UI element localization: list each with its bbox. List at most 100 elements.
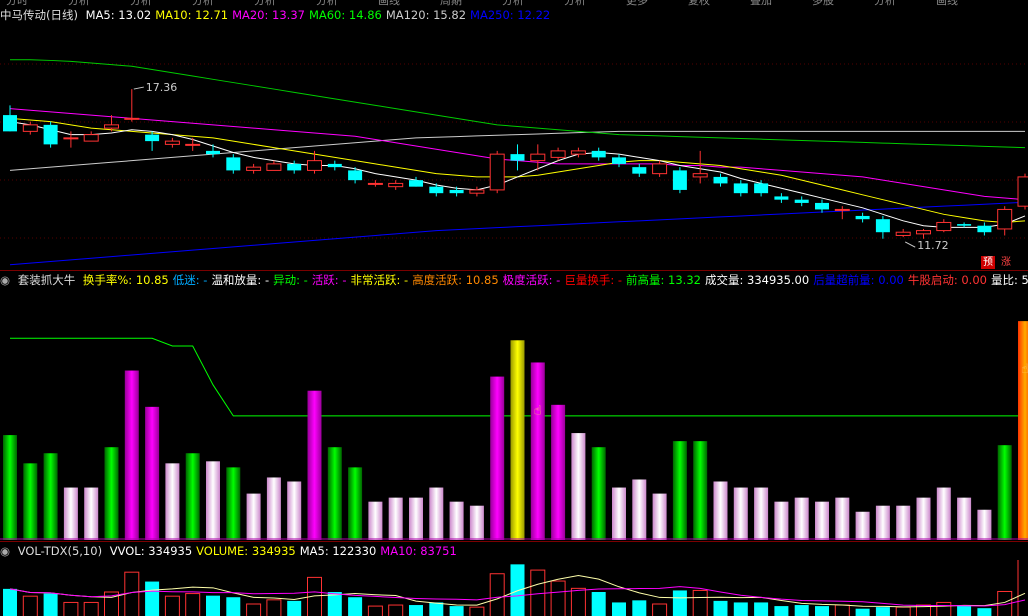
top-menu-item[interactable]: 多股 <box>812 0 834 6</box>
candle[interactable] <box>287 160 302 174</box>
volume-bar[interactable] <box>489 573 505 616</box>
turnover-bar[interactable] <box>266 477 281 540</box>
turnover-bar[interactable] <box>957 497 972 540</box>
turnover-bar[interactable] <box>3 435 17 540</box>
top-menu-item[interactable]: 分析 <box>68 0 90 6</box>
volume-bar[interactable] <box>855 608 870 616</box>
volume-bar[interactable] <box>977 608 992 616</box>
top-menu-item[interactable]: 分析 <box>502 0 524 6</box>
volume-bar[interactable] <box>469 606 485 616</box>
turnover-bar[interactable] <box>693 441 708 540</box>
volume-bar[interactable] <box>206 595 220 616</box>
turnover-bar[interactable] <box>936 487 951 540</box>
candle[interactable] <box>246 163 262 174</box>
candle[interactable] <box>83 131 99 142</box>
volume-bar[interactable] <box>3 588 17 616</box>
turnover-bar[interactable] <box>388 497 403 540</box>
turnover-bar[interactable] <box>490 376 505 540</box>
candle[interactable] <box>124 89 140 122</box>
candle[interactable] <box>936 219 952 233</box>
volume-bar[interactable] <box>733 602 748 616</box>
candle[interactable] <box>327 160 342 171</box>
candle[interactable] <box>307 150 322 174</box>
candle[interactable] <box>43 121 58 148</box>
top-menu-item[interactable]: 更多 <box>626 0 648 6</box>
volume-bar[interactable] <box>652 603 668 616</box>
candle[interactable] <box>164 137 180 148</box>
turnover-bar[interactable] <box>652 493 667 540</box>
settings-circle-icon[interactable]: ◉ <box>0 273 10 287</box>
volume-bar[interactable] <box>550 580 566 616</box>
volume-bar[interactable] <box>895 606 911 616</box>
turnover-bar[interactable] <box>368 501 383 540</box>
volume-indicator-name[interactable]: VOL-TDX(5,10) <box>18 544 102 558</box>
turnover-bar[interactable] <box>246 493 261 540</box>
candle[interactable] <box>997 206 1013 236</box>
candle[interactable] <box>510 144 525 171</box>
turnover-bar[interactable] <box>875 505 890 540</box>
candle[interactable] <box>692 150 708 184</box>
top-menu-item[interactable]: 分析 <box>254 0 276 6</box>
top-menu-strip[interactable]: 分时 分析 分析 分析 分析 分析 画线 周期 分析 分析 更多 复权 叠加 多股 分析 画线 <box>0 0 1028 6</box>
volume-bar[interactable] <box>875 607 890 616</box>
volume-bar[interactable] <box>22 595 38 616</box>
turnover-bar[interactable] <box>348 467 363 540</box>
top-menu-item[interactable]: 分析 <box>316 0 338 6</box>
turnover-bar[interactable] <box>43 453 58 540</box>
candlestick-chart[interactable]: 17.36 11.72 <box>0 24 1028 268</box>
candle[interactable] <box>612 154 626 168</box>
top-menu-item[interactable]: 复权 <box>688 0 710 6</box>
candle[interactable] <box>22 121 38 135</box>
turnover-bar[interactable] <box>997 445 1012 540</box>
turnover-bar[interactable] <box>469 505 484 540</box>
turnover-bar[interactable] <box>551 404 566 540</box>
volume-bar[interactable] <box>266 599 282 616</box>
turnover-chart[interactable]: ☝☝ <box>0 290 1028 540</box>
turnover-bar[interactable] <box>612 487 626 540</box>
candle[interactable] <box>449 186 464 197</box>
candle[interactable] <box>652 160 668 177</box>
top-menu-item[interactable]: 分析 <box>130 0 152 6</box>
volume-bar[interactable] <box>348 597 363 616</box>
volume-bar[interactable] <box>287 600 302 616</box>
turnover-bar[interactable] <box>449 501 464 540</box>
turnover-bar[interactable] <box>835 497 850 540</box>
turnover-bar[interactable] <box>794 497 809 540</box>
volume-chart[interactable] <box>0 560 1028 616</box>
volume-bar[interactable] <box>672 590 687 616</box>
volume-bar[interactable] <box>591 592 606 616</box>
candle[interactable] <box>672 167 687 194</box>
candle[interactable] <box>815 199 829 213</box>
turnover-bar[interactable] <box>287 481 302 540</box>
candle[interactable] <box>388 180 404 190</box>
volume-bar[interactable] <box>834 604 850 616</box>
volume-bar[interactable] <box>43 593 58 616</box>
turnover-bar[interactable] <box>226 467 241 540</box>
candle[interactable] <box>977 222 992 236</box>
volume-bar[interactable] <box>510 564 525 616</box>
indicator-name[interactable]: 套装抓大牛 <box>18 273 76 287</box>
volume-bar[interactable] <box>632 600 647 616</box>
turnover-bar[interactable] <box>774 501 789 540</box>
volume-bar[interactable] <box>774 606 789 616</box>
turnover-bar[interactable] <box>429 487 444 540</box>
turnover-bar[interactable] <box>672 441 687 540</box>
turnover-bar[interactable] <box>733 487 748 540</box>
candle[interactable] <box>469 186 485 197</box>
candle[interactable] <box>834 206 850 220</box>
volume-bar[interactable] <box>449 606 464 616</box>
candle[interactable] <box>367 180 383 187</box>
turnover-bar[interactable] <box>327 447 342 540</box>
candle[interactable] <box>855 212 870 223</box>
candle[interactable] <box>266 160 282 171</box>
turnover-bar[interactable] <box>63 487 78 540</box>
turnover-bar[interactable] <box>530 362 545 540</box>
turnover-bar[interactable] <box>1018 321 1028 540</box>
turnover-bar[interactable] <box>104 447 119 540</box>
volume-bar[interactable] <box>388 604 404 616</box>
volume-bar[interactable] <box>612 602 626 616</box>
turnover-bar[interactable] <box>591 447 606 540</box>
candle[interactable] <box>916 228 931 239</box>
candle[interactable] <box>733 180 748 197</box>
volume-bar[interactable] <box>957 605 972 616</box>
